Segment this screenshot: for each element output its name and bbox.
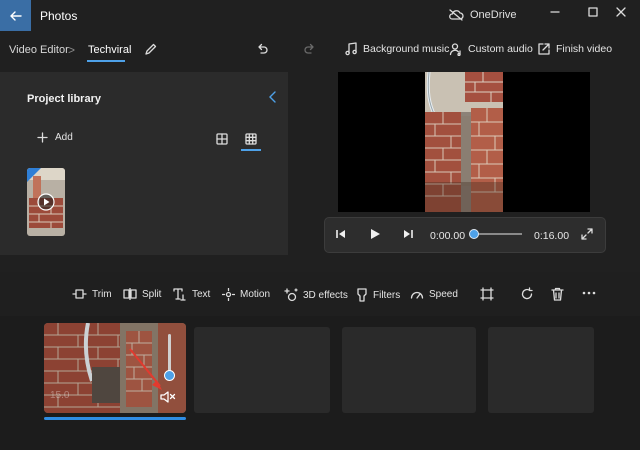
view-mode-underline xyxy=(241,149,261,151)
custom-audio-label: Custom audio xyxy=(468,43,533,55)
minimize-button[interactable] xyxy=(536,0,574,24)
play-button[interactable] xyxy=(368,227,382,241)
breadcrumb-separator: > xyxy=(68,43,76,57)
filter-icon xyxy=(357,288,367,302)
close-icon xyxy=(616,7,626,17)
background-music-label: Background music xyxy=(363,43,450,55)
onedrive-label: OneDrive xyxy=(470,9,517,21)
split-button[interactable]: Split xyxy=(123,288,161,300)
add-media-button[interactable]: Add xyxy=(37,132,73,143)
seek-bar[interactable] xyxy=(476,233,522,235)
back-button[interactable] xyxy=(0,0,31,31)
storyboard-empty-slot[interactable] xyxy=(488,327,594,413)
play-icon xyxy=(371,229,380,239)
motion-button[interactable]: Motion xyxy=(222,288,270,301)
resize-button[interactable] xyxy=(480,287,494,301)
custom-audio-icon xyxy=(449,43,461,56)
collapse-library-button[interactable] xyxy=(268,91,278,103)
speed-label: Speed xyxy=(429,288,458,300)
undo-button[interactable] xyxy=(255,42,269,56)
3d-effects-label: 3D effects xyxy=(303,289,348,301)
pencil-icon xyxy=(145,43,157,55)
project-library-title: Project library xyxy=(27,93,101,105)
project-name[interactable]: Techviral xyxy=(88,44,131,56)
previous-frame-button[interactable] xyxy=(334,227,348,241)
plus-icon xyxy=(37,132,48,143)
split-icon xyxy=(123,288,137,300)
filters-button[interactable]: Filters xyxy=(356,288,400,302)
crop-resize-icon xyxy=(480,287,494,301)
onedrive-status[interactable]: OneDrive xyxy=(448,9,516,21)
clip-thumbnail-image xyxy=(27,168,65,236)
redo-icon xyxy=(304,43,314,54)
speaker-muted-icon xyxy=(160,391,176,403)
selected-clip-indicator xyxy=(44,417,186,420)
trim-button[interactable]: Trim xyxy=(72,288,112,300)
rotate-button[interactable] xyxy=(520,287,534,301)
preview-frame-image xyxy=(425,72,503,212)
current-time: 0:00.00 xyxy=(430,230,466,242)
custom-audio-button[interactable]: Custom audio xyxy=(449,42,533,56)
speedometer-icon xyxy=(410,291,424,299)
skip-back-icon xyxy=(336,230,345,238)
trash-icon xyxy=(551,287,564,301)
breadcrumb-video-editor[interactable]: Video Editor xyxy=(9,44,69,56)
clip-duration: 15.0 xyxy=(50,390,70,401)
maximize-icon xyxy=(588,7,598,17)
music-note-icon xyxy=(345,42,357,56)
next-frame-button[interactable] xyxy=(401,227,415,241)
project-name-underline xyxy=(87,60,125,62)
close-button[interactable] xyxy=(602,0,640,24)
text-icon xyxy=(173,288,186,301)
add-label: Add xyxy=(55,132,73,143)
chevron-left-icon xyxy=(269,91,276,103)
fullscreen-button[interactable] xyxy=(581,228,593,240)
mute-toggle-button[interactable] xyxy=(160,390,176,404)
3d-effects-button[interactable]: 3D effects xyxy=(284,288,348,302)
back-arrow-icon xyxy=(9,10,22,21)
app-title: Photos xyxy=(40,9,78,23)
delete-button[interactable] xyxy=(551,287,564,301)
text-button[interactable]: Text xyxy=(173,288,210,301)
more-options-button[interactable] xyxy=(582,290,596,296)
expand-icon xyxy=(581,228,593,240)
skip-forward-icon xyxy=(404,230,413,238)
undo-icon xyxy=(258,43,268,54)
trim-icon xyxy=(72,289,87,299)
rotate-icon xyxy=(521,287,533,300)
storyboard-empty-slot[interactable] xyxy=(194,327,330,413)
grid-large-icon xyxy=(216,133,228,145)
export-icon xyxy=(538,43,550,55)
library-clip-thumbnail[interactable] xyxy=(27,168,65,236)
split-label: Split xyxy=(142,288,162,300)
text-label: Text xyxy=(192,289,211,300)
sparkle-effects-icon xyxy=(284,288,298,302)
finish-video-label: Finish video xyxy=(556,43,613,55)
small-grid-view-button[interactable] xyxy=(245,133,257,145)
motion-icon xyxy=(222,288,235,301)
total-time: 0:16.00 xyxy=(534,230,570,242)
more-dots-icon xyxy=(582,291,596,295)
grid-small-icon xyxy=(245,133,257,145)
seek-handle[interactable] xyxy=(469,229,479,239)
finish-video-button[interactable]: Finish video xyxy=(537,42,612,56)
storyboard-empty-slot[interactable] xyxy=(342,327,476,413)
speed-button[interactable]: Speed xyxy=(410,288,458,300)
trim-label: Trim xyxy=(92,288,112,300)
filters-label: Filters xyxy=(373,289,401,301)
minimize-icon xyxy=(550,11,560,13)
background-music-button[interactable]: Background music xyxy=(345,42,449,56)
redo-button[interactable] xyxy=(303,42,317,56)
large-grid-view-button[interactable] xyxy=(216,133,228,145)
motion-label: Motion xyxy=(240,289,271,300)
rename-button[interactable] xyxy=(144,42,158,56)
cloud-off-icon xyxy=(449,9,464,21)
clip-volume-handle[interactable] xyxy=(164,370,175,381)
